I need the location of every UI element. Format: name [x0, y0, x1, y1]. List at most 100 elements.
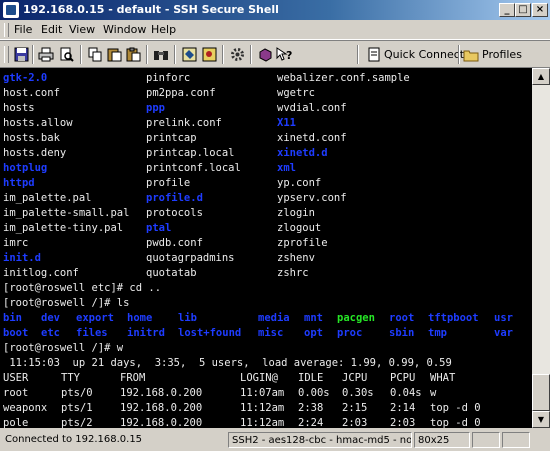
w-column-header: FROM: [120, 372, 146, 384]
listing-entry: pinforc: [146, 72, 191, 84]
ssh-app-icon[interactable]: [3, 2, 19, 18]
status-pane: [472, 432, 500, 448]
listing-entry: zlogout: [277, 222, 322, 234]
close-button[interactable]: ×: [532, 3, 548, 17]
listing-entry: hosts.allow: [3, 117, 73, 129]
protocol-status: SSH2 - aes128-cbc - hmac-md5 - none: [228, 432, 412, 448]
status-pane: [502, 432, 530, 448]
listing-entry: hosts: [3, 102, 35, 114]
w-table-cell: 2:03: [342, 417, 368, 428]
w-table-cell: 11:07am: [240, 387, 285, 399]
directory-entry: bin: [3, 312, 22, 324]
directory-entry: files: [76, 327, 108, 339]
maximize-button[interactable]: □: [515, 3, 531, 17]
listing-entry: quotatab: [146, 267, 197, 279]
shell-command: [root@roswell /]# w: [3, 342, 124, 354]
toolbar-grip[interactable]: [4, 46, 9, 63]
listing-entry: zshenv: [277, 252, 315, 264]
directory-entry: dev: [41, 312, 60, 324]
directory-entry: tftpboot: [428, 312, 479, 324]
scroll-up-button[interactable]: ▲: [532, 68, 550, 85]
menu-edit[interactable]: Edit: [41, 23, 62, 36]
w-table-cell: 192.168.0.200: [120, 387, 203, 399]
directory-entry: export: [76, 312, 114, 324]
listing-entry: quotagrpadmins: [146, 252, 235, 264]
gear-icon[interactable]: [228, 46, 246, 63]
connection-status: Connected to 192.168.0.15: [5, 434, 143, 445]
directory-entry: misc: [258, 327, 284, 339]
w-table-cell: 0.00s: [298, 387, 330, 399]
paste-alt-icon[interactable]: [124, 46, 142, 63]
print-preview-icon[interactable]: [57, 46, 75, 63]
save-icon[interactable]: [12, 46, 30, 63]
listing-entry: webalizer.conf.sample: [277, 72, 410, 84]
listing-entry: gtk-2.0: [3, 72, 48, 84]
listing-entry: pm2ppa.conf: [146, 87, 216, 99]
listing-entry: httpd: [3, 177, 35, 189]
terminal-scrollbar[interactable]: ▲ ▼: [532, 68, 550, 428]
svg-text:?: ?: [286, 49, 292, 62]
w-table-cell: weaponx: [3, 402, 48, 414]
listing-entry: X11: [277, 117, 296, 129]
listing-entry: xinetd.d: [277, 147, 328, 159]
listing-entry: pwdb.conf: [146, 237, 203, 249]
w-table-cell: 2:15: [342, 402, 368, 414]
toolbar-separator: [146, 45, 148, 64]
terminal-output[interactable]: gtk-2.0 pinforc webalizer.conf.sample host.…: [0, 68, 532, 428]
menu-window[interactable]: Window: [103, 23, 146, 36]
listing-entry: hosts.deny: [3, 147, 67, 159]
uptime-line: 11:15:03 up 21 days, 3:35, 5 users, load…: [3, 357, 452, 369]
profile-settings-icon[interactable]: [200, 46, 218, 63]
w-column-header: PCPU: [390, 372, 416, 384]
w-table-cell: 11:12am: [240, 417, 285, 428]
listing-entry: printcap.local: [146, 147, 235, 159]
directory-entry: initrd: [127, 327, 165, 339]
help-icon[interactable]: [256, 46, 274, 63]
w-column-header: TTY: [61, 372, 80, 384]
w-table-cell: 192.168.0.200: [120, 417, 203, 428]
w-table-cell: 2:03: [390, 417, 416, 428]
scroll-down-button[interactable]: ▼: [532, 411, 550, 428]
directory-entry: boot: [3, 327, 29, 339]
profiles-button[interactable]: Profiles: [482, 48, 522, 61]
find-icon[interactable]: [152, 46, 170, 63]
print-icon[interactable]: [37, 46, 55, 63]
menu-help[interactable]: Help: [151, 23, 176, 36]
toolbar-separator: [80, 45, 82, 64]
w-table-cell: 11:12am: [240, 402, 285, 414]
directory-entry: root: [389, 312, 415, 324]
listing-entry: ppp: [146, 102, 165, 114]
directory-entry: tmp: [428, 327, 447, 339]
w-table-cell: pts/2: [61, 417, 93, 428]
directory-entry: home: [127, 312, 153, 324]
w-table-cell: 2:38: [298, 402, 324, 414]
copy-icon[interactable]: [86, 46, 104, 63]
listing-entry: yp.conf: [277, 177, 322, 189]
title-bar: 192.168.0.15 - default - SSH Secure Shel…: [0, 0, 550, 20]
listing-entry: printcap: [146, 132, 197, 144]
paste-icon[interactable]: [105, 46, 123, 63]
quick-connect-button[interactable]: Quick Connect: [384, 48, 464, 61]
listing-entry: prelink.conf: [146, 117, 222, 129]
scroll-thumb[interactable]: [532, 374, 550, 411]
directory-entry: etc: [41, 327, 60, 339]
shell-command: [root@roswell /]# ls: [3, 297, 130, 309]
listing-entry: wgetrc: [277, 87, 315, 99]
menu-view[interactable]: View: [69, 23, 95, 36]
settings-icon[interactable]: [180, 46, 198, 63]
menu-file[interactable]: File: [14, 23, 32, 36]
directory-entry: usr: [494, 312, 513, 324]
context-help-icon[interactable]: ?: [275, 46, 293, 63]
listing-entry: host.conf: [3, 87, 60, 99]
w-table-cell: 2:14: [390, 402, 416, 414]
quick-connect-icon[interactable]: [365, 46, 383, 63]
listing-entry: hosts.bak: [3, 132, 60, 144]
directory-entry: lost+found: [178, 327, 242, 339]
listing-entry: init.d: [3, 252, 41, 264]
menu-grip[interactable]: [4, 23, 9, 37]
minimize-button[interactable]: _: [499, 3, 515, 17]
listing-entry: im_palette-small.pal: [3, 207, 130, 219]
folder-icon[interactable]: [462, 46, 480, 63]
w-column-header: JCPU: [342, 372, 368, 384]
w-table-cell: 0.30s: [342, 387, 374, 399]
